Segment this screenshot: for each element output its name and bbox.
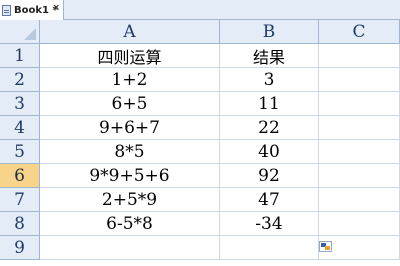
column-header-a[interactable]: A [40,20,220,44]
cell-b3[interactable]: 11 [220,92,319,116]
spreadsheet-grid: A B C 1 四则运算 结果 2 1+2 3 3 6+5 11 4 9+6+7 22 5 8*5 40 6 9*9+… [0,20,400,266]
cell-c2[interactable] [319,68,400,92]
cell-b4[interactable]: 22 [220,116,319,140]
cell-b9[interactable] [220,236,319,260]
cell-c3[interactable] [319,92,400,116]
cell-a6[interactable]: 9*9+5+6 [40,164,220,188]
cell-c7[interactable] [319,188,400,212]
row-header-8[interactable]: 8 [0,212,40,236]
cell-c6[interactable] [319,164,400,188]
row-header-3[interactable]: 3 [0,92,40,116]
row-header-1[interactable]: 1 [0,44,40,68]
column-header-b[interactable]: B [220,20,319,44]
cell-c5[interactable] [319,140,400,164]
workbook-tab-title: Book1 * [14,4,58,16]
cell-a1[interactable]: 四则运算 [40,44,220,68]
close-icon[interactable]: × [52,3,60,13]
row-header-2[interactable]: 2 [0,68,40,92]
paste-options-icon[interactable] [319,241,332,252]
cell-c1[interactable] [319,44,400,68]
select-all-corner[interactable] [0,20,40,44]
cell-b1[interactable]: 结果 [220,44,319,68]
row-header-5[interactable]: 5 [0,140,40,164]
cell-b5[interactable]: 40 [220,140,319,164]
cell-a2[interactable]: 1+2 [40,68,220,92]
cell-b7[interactable]: 47 [220,188,319,212]
cell-a4[interactable]: 9+6+7 [40,116,220,140]
cell-a3[interactable]: 6+5 [40,92,220,116]
column-header-c[interactable]: C [319,20,400,44]
cell-b6[interactable]: 92 [220,164,319,188]
cell-b2[interactable]: 3 [220,68,319,92]
cell-c8[interactable] [319,212,400,236]
row-header-7[interactable]: 7 [0,188,40,212]
cell-c4[interactable] [319,116,400,140]
row-header-9[interactable]: 9 [0,236,40,260]
row-header-6[interactable]: 6 [0,164,40,188]
cell-a9[interactable] [40,236,220,260]
workbook-icon [2,4,11,16]
cell-a5[interactable]: 8*5 [40,140,220,164]
workbook-tab-bar: Book1 * × [0,0,400,20]
cell-a7[interactable]: 2+5*9 [40,188,220,212]
workbook-tab[interactable]: Book1 * × [0,0,64,20]
cell-a8[interactable]: 6-5*8 [40,212,220,236]
row-header-4[interactable]: 4 [0,116,40,140]
cell-b8[interactable]: -34 [220,212,319,236]
